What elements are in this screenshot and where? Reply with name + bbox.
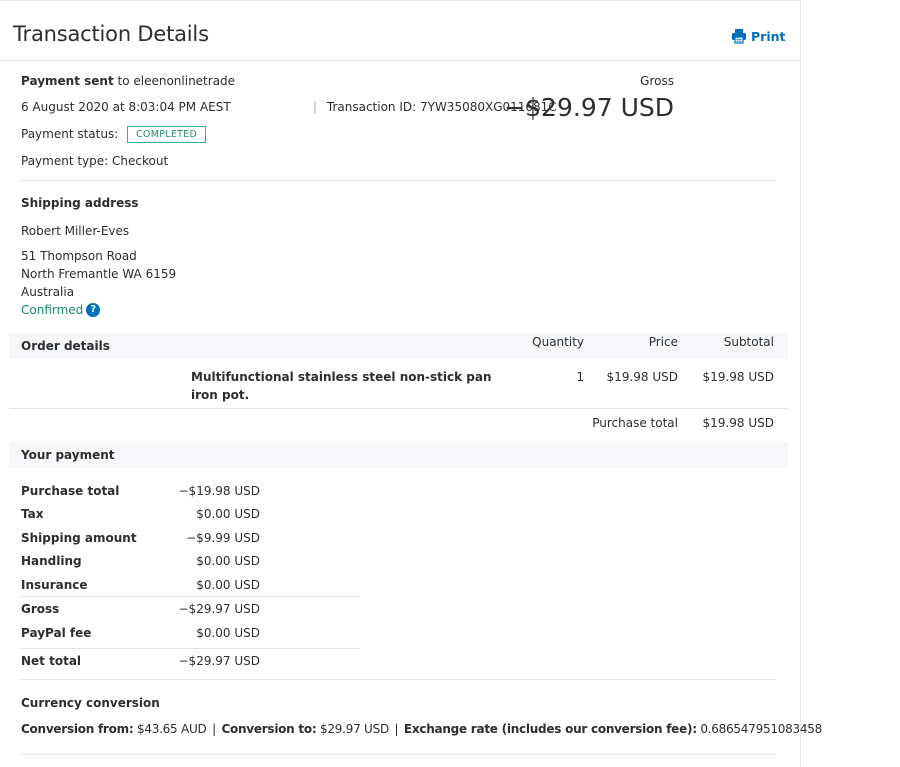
separator: |: [313, 100, 318, 114]
confirmed-label: Confirmed: [21, 303, 84, 317]
conversion-from-value: $43.65 AUD: [133, 722, 207, 736]
item-name-line1: Multifunctional stainless steel non-stic…: [191, 370, 492, 384]
separator: |: [394, 722, 399, 736]
gross-label: Gross: [640, 74, 674, 88]
payment-row-label: PayPal fee: [21, 626, 91, 640]
status-badge: COMPLETED: [127, 126, 207, 143]
divider: [21, 648, 360, 649]
item-name-text2: iron pot.: [191, 388, 250, 402]
payment-row-label: Shipping amount: [21, 531, 137, 545]
exchange-rate-label: Exchange rate (includes our conversion f…: [403, 722, 697, 736]
payment-row-value: −$9.99 USD: [186, 531, 260, 545]
your-payment-header: [9, 442, 788, 468]
purchase-total-label: Purchase total: [592, 416, 678, 430]
payment-label-text: Insurance: [21, 578, 88, 592]
conversion-heading-text: Currency conversion: [21, 696, 160, 710]
payment-label-text: Handling: [21, 554, 82, 568]
divider: [21, 596, 360, 597]
payment-row-value: $0.00 USD: [196, 626, 260, 640]
payment-label-text: Tax: [21, 507, 44, 521]
payment-row-label: Net total: [21, 654, 81, 668]
payment-type: Payment type: Checkout: [21, 154, 169, 168]
payment-sent-line: Payment sent to eleenonlinetrade: [21, 74, 235, 88]
gross-amount: −$29.97 USD: [504, 93, 674, 122]
payment-row-label: Handling: [21, 554, 82, 568]
payment-label-text: Purchase total: [21, 484, 120, 498]
payment-recipient: to eleenonlinetrade: [113, 74, 236, 88]
payment-sent-label: Payment sent: [21, 74, 114, 88]
item-subtotal: $19.98 USD: [702, 370, 774, 384]
divider: [21, 754, 776, 755]
conversion-to-label: Conversion to:: [221, 722, 317, 736]
payment-label-text: PayPal fee: [21, 626, 92, 640]
shipping-line2: North Fremantle WA 6159: [21, 267, 177, 281]
order-heading: Order details: [21, 339, 110, 353]
payment-row-value: $0.00 USD: [196, 507, 260, 521]
payment-row-value: $0.00 USD: [196, 578, 260, 592]
transaction-date: 6 August 2020 at 8:03:04 PM AEST: [21, 100, 231, 114]
item-name-line2: iron pot.: [191, 388, 249, 402]
col-quantity: Quantity: [532, 335, 584, 349]
payment-row-value: −$29.97 USD: [178, 654, 261, 668]
divider: [21, 180, 776, 181]
payment-row-value: −$29.97 USD: [178, 602, 261, 616]
purchase-total-value: $19.98 USD: [702, 416, 774, 430]
conversion-to-value: $29.97 USD: [316, 722, 389, 736]
exchange-rate-value: 0.686547951083458: [696, 722, 823, 736]
col-price: Price: [648, 335, 678, 349]
shipping-heading: Shipping address: [21, 196, 139, 210]
col-subtotal: Subtotal: [723, 335, 774, 349]
printer-icon: [731, 28, 751, 44]
payment-heading-text: Your payment: [21, 448, 115, 462]
question-circle-icon[interactable]: ?: [86, 303, 101, 317]
conversion-from-label: Conversion from:: [21, 722, 134, 736]
order-heading-text: Order details: [21, 339, 110, 353]
page-title: Transaction Details: [13, 22, 209, 46]
payment-label-text: Gross: [21, 602, 60, 616]
shipping-line3: Australia: [21, 285, 75, 299]
divider: [0, 60, 801, 61]
payment-label-text: Shipping amount: [21, 531, 137, 545]
transaction-details-panel: Transaction Details Print Payment sent t…: [0, 0, 801, 767]
shipping-name: Robert Miller-Eves: [21, 224, 130, 238]
divider: [9, 408, 788, 409]
address-confirmed: Confirmed ?: [21, 303, 101, 317]
payment-row-label: Purchase total: [21, 484, 119, 498]
divider: [21, 679, 776, 680]
payment-label-text: Net total: [21, 654, 82, 668]
shipping-line1: 51 Thompson Road: [21, 249, 137, 263]
separator: |: [212, 722, 216, 736]
payment-status-label: Payment status:: [21, 127, 119, 141]
print-label: Print: [751, 28, 786, 44]
payment-row-value: −$19.98 USD: [178, 484, 261, 498]
payment-heading: Your payment: [21, 448, 115, 462]
print-button[interactable]: Print: [731, 28, 786, 44]
item-price: $19.98 USD: [606, 370, 678, 384]
payment-row-label: Insurance: [21, 578, 88, 592]
conversion-heading: Currency conversion: [21, 696, 160, 710]
item-name-text1: Multifunctional stainless steel non-stic…: [191, 370, 492, 384]
item-quantity: 1: [576, 370, 584, 384]
conversion-details: Conversion from: $43.65 AUD | Conversion…: [21, 722, 822, 736]
shipping-heading-text: Shipping address: [21, 196, 139, 210]
payment-row-label: Tax: [21, 507, 43, 521]
payment-row-value: $0.00 USD: [196, 554, 260, 568]
payment-row-label: Gross: [21, 602, 59, 616]
